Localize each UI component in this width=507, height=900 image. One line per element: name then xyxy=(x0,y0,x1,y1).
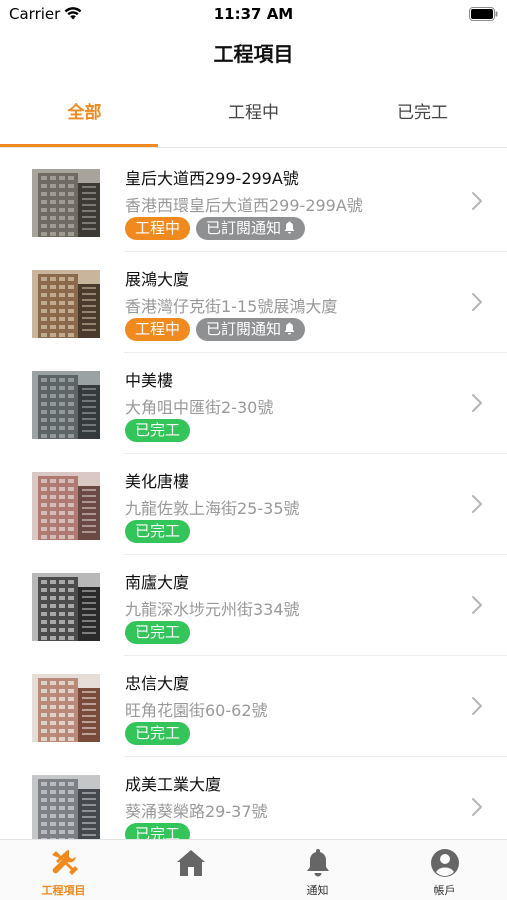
badge-group: 已完工 xyxy=(125,722,196,746)
badge-group: 已完工 xyxy=(125,621,196,645)
page-title: 工程項目 xyxy=(213,42,294,66)
project-address: 九龍深水埗元州街334號 xyxy=(125,600,300,619)
project-name: 中美樓 xyxy=(125,371,174,390)
chevron-right-icon xyxy=(472,495,482,513)
tab-all[interactable]: 全部 xyxy=(0,86,169,148)
status-badge: 已完工 xyxy=(125,823,191,839)
project-row[interactable]: 展鴻大廈香港灣仔克街1-15號展鴻大廈工程中 已訂閱通知 xyxy=(0,252,507,353)
project-name: 美化唐樓 xyxy=(125,472,190,491)
tools-icon xyxy=(52,850,78,875)
chevron-right-icon xyxy=(472,192,482,210)
project-address: 香港灣仔克街1-15號展鴻大廈 xyxy=(125,297,338,316)
status-badge: 已完工 xyxy=(125,621,191,644)
project-thumbnail xyxy=(32,270,100,338)
clock: 11:37 AM xyxy=(213,5,294,23)
project-row[interactable]: 美化唐樓九龍佐敦上海街25-35號已完工 xyxy=(0,454,507,555)
bell-icon xyxy=(284,221,295,234)
project-address: 旺角花園街60-62號 xyxy=(125,701,268,720)
tabbar-account[interactable]: 帳戶 xyxy=(381,840,507,900)
project-address: 大角咀中匯街2-30號 xyxy=(125,398,274,417)
account-icon xyxy=(431,849,459,877)
project-name: 南廬大廈 xyxy=(125,573,190,592)
badge-group: 已完工 xyxy=(125,520,196,544)
status-badge: 已完工 xyxy=(125,520,191,543)
tabbar-projects[interactable]: 工程項目 xyxy=(0,840,127,900)
project-thumbnail xyxy=(32,573,100,641)
project-name: 成美工業大廈 xyxy=(125,775,222,794)
project-name: 皇后大道西299-299A號 xyxy=(125,169,299,188)
project-row[interactable]: 南廬大廈九龍深水埗元州街334號已完工 xyxy=(0,555,507,656)
project-row[interactable]: 忠信大廈旺角花園街60-62號已完工 xyxy=(0,656,507,757)
tabbar-notifications-label: 通知 xyxy=(306,884,329,897)
battery-icon xyxy=(469,7,498,21)
status-badge: 工程中 xyxy=(125,217,191,240)
chevron-right-icon xyxy=(472,596,482,614)
badge-group: 已完工 xyxy=(125,419,196,443)
bell-icon xyxy=(284,322,295,335)
subscribed-badge: 已訂閱通知 xyxy=(196,318,306,341)
subscribed-label: 已訂閱通知 xyxy=(206,219,282,237)
project-thumbnail xyxy=(32,371,100,439)
project-address: 葵涌葵榮路29-37號 xyxy=(125,802,268,821)
status-badge: 工程中 xyxy=(125,318,191,341)
filter-tabs: 全部 工程中 已完工 xyxy=(0,86,507,148)
project-thumbnail xyxy=(32,169,100,237)
bottom-tab-bar: 工程項目 通知 帳戶 xyxy=(0,839,507,900)
bell-icon xyxy=(307,849,329,877)
subscribed-badge: 已訂閱通知 xyxy=(196,217,306,240)
badge-group: 工程中 已訂閱通知 xyxy=(125,318,311,342)
tab-completed[interactable]: 已完工 xyxy=(338,86,507,148)
project-name: 展鴻大廈 xyxy=(125,270,190,289)
project-row[interactable]: 成美工業大廈葵涌葵榮路29-37號 已完工 xyxy=(0,757,507,839)
badge-group: 工程中 已訂閱通知 xyxy=(125,217,311,241)
project-thumbnail xyxy=(32,674,100,742)
active-tab-indicator xyxy=(0,144,158,147)
tabbar-projects-label: 工程項目 xyxy=(41,884,86,897)
chevron-right-icon xyxy=(472,697,482,715)
project-thumbnail xyxy=(32,775,100,839)
tab-in-progress[interactable]: 工程中 xyxy=(169,86,338,148)
home-icon xyxy=(177,850,205,876)
chevron-right-icon xyxy=(472,293,482,311)
project-address: 九龍佐敦上海街25-35號 xyxy=(125,499,300,518)
status-badge: 已完工 xyxy=(125,722,191,745)
project-name: 忠信大廈 xyxy=(125,674,190,693)
project-row[interactable]: 皇后大道西299-299A號香港西環皇后大道西299-299A號工程中 已訂閱通知 xyxy=(0,151,507,252)
tabbar-account-label: 帳戶 xyxy=(433,884,456,897)
chevron-right-icon xyxy=(472,394,482,412)
tabbar-notifications[interactable]: 通知 xyxy=(254,840,381,900)
chevron-right-icon xyxy=(472,798,482,816)
project-row[interactable]: 中美樓大角咀中匯街2-30號已完工 xyxy=(0,353,507,454)
status-badge: 已完工 xyxy=(125,419,191,442)
tabbar-home[interactable] xyxy=(127,840,254,900)
status-bar: Carrier 11:37 AM xyxy=(0,0,507,30)
subscribed-label: 已訂閱通知 xyxy=(206,320,282,338)
project-list[interactable]: 皇后大道西299-299A號 香港西環皇后大道西299-299A號 工程中 已訂閱通知… xyxy=(0,151,507,839)
project-address: 香港西環皇后大道西299-299A號 xyxy=(125,196,363,215)
badge-group: 已完工 xyxy=(125,823,196,839)
project-thumbnail xyxy=(32,472,100,540)
